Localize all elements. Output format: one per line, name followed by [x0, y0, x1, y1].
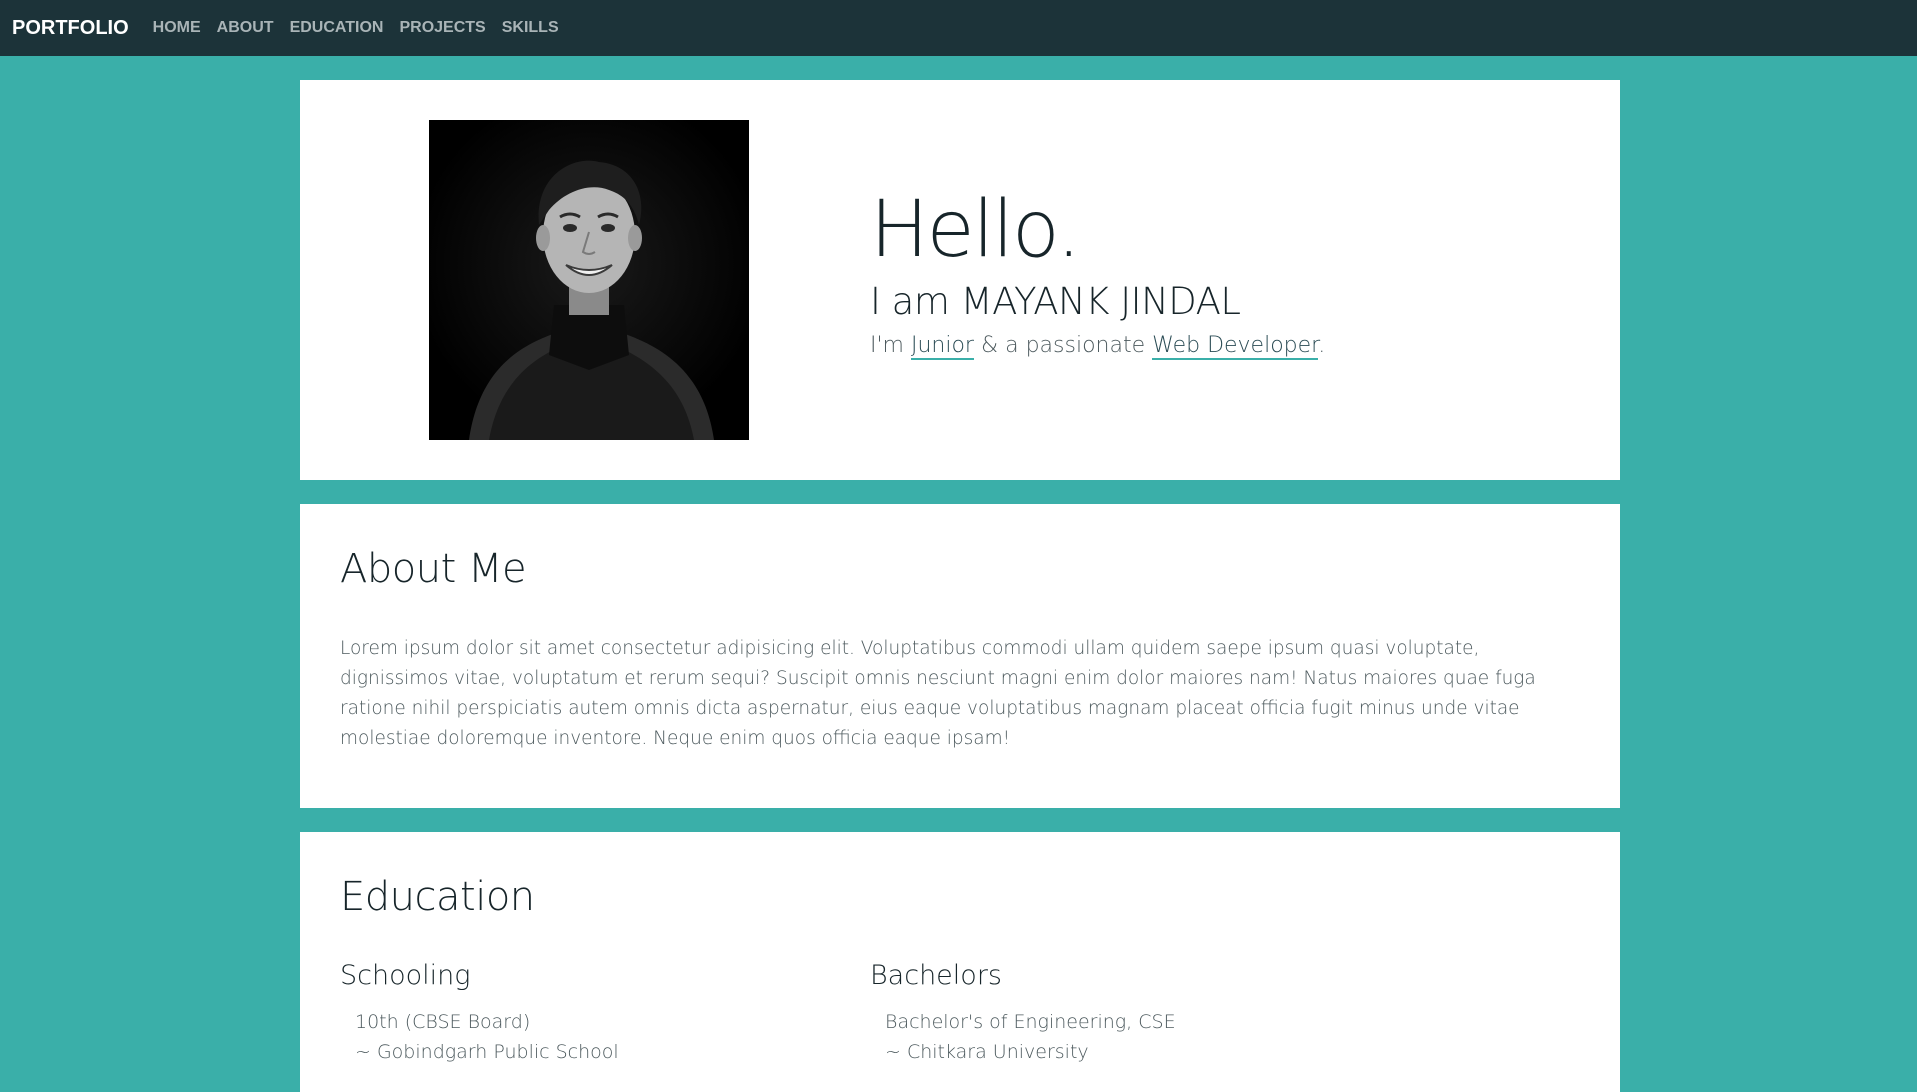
hero-card: Hello. I am MAYANK JINDAL I'm Junior & a… [300, 80, 1620, 480]
tagline-prefix: I'm [870, 332, 911, 358]
bachelors-line-1: Bachelor's of Engineering, CSE [885, 1011, 1176, 1033]
nav-link-skills[interactable]: SKILLS [502, 19, 559, 37]
bachelors-line-2: ~ Chitkara University [885, 1041, 1089, 1063]
nav-link-projects[interactable]: PROJECTS [399, 19, 485, 37]
brand-logo[interactable]: PORTFOLIO [12, 17, 129, 40]
tagline-middle: & a passionate [973, 332, 1153, 358]
tagline-suffix: . [1318, 332, 1326, 358]
nav-link-education[interactable]: EDUCATION [290, 19, 384, 37]
hero-tagline: I'm Junior & a passionate Web Developer. [870, 332, 1326, 360]
about-body: Lorem ipsum dolor sit amet consectetur a… [340, 638, 1536, 749]
schooling-line-2: ~ Gobindgarh Public School [355, 1041, 619, 1063]
schooling-heading: Schooling [340, 960, 471, 991]
nav-link-about[interactable]: ABOUT [217, 19, 274, 37]
schooling-line-1: 10th (CBSE Board) [355, 1011, 531, 1033]
profile-photo [429, 120, 749, 440]
about-card: About Me Lorem ipsum dolor sit amet cons… [300, 504, 1620, 808]
profile-photo-illustration [429, 120, 749, 440]
schooling-column: Schooling 10th (CBSE Board) ~ Gobindgarh… [340, 960, 619, 1067]
bachelors-heading: Bachelors [870, 960, 1002, 991]
top-navbar: PORTFOLIO HOME ABOUT EDUCATION PROJECTS … [0, 0, 1917, 56]
education-card: Education Schooling 10th (CBSE Board) ~ … [300, 832, 1620, 1092]
tagline-web-developer-link[interactable]: Web Developer [1152, 332, 1319, 360]
hero-text: Hello. I am MAYANK JINDAL I'm Junior & a… [870, 185, 1326, 360]
nav-link-home[interactable]: HOME [153, 19, 201, 37]
about-title: About Me [340, 546, 527, 592]
education-title: Education [340, 874, 535, 920]
tagline-junior-link[interactable]: Junior [910, 332, 974, 360]
hero-greeting: Hello. [870, 185, 1081, 275]
bachelors-column: Bachelors Bachelor's of Engineering, CSE… [870, 960, 1176, 1067]
hero-intro: I am MAYANK JINDAL [870, 279, 1241, 323]
